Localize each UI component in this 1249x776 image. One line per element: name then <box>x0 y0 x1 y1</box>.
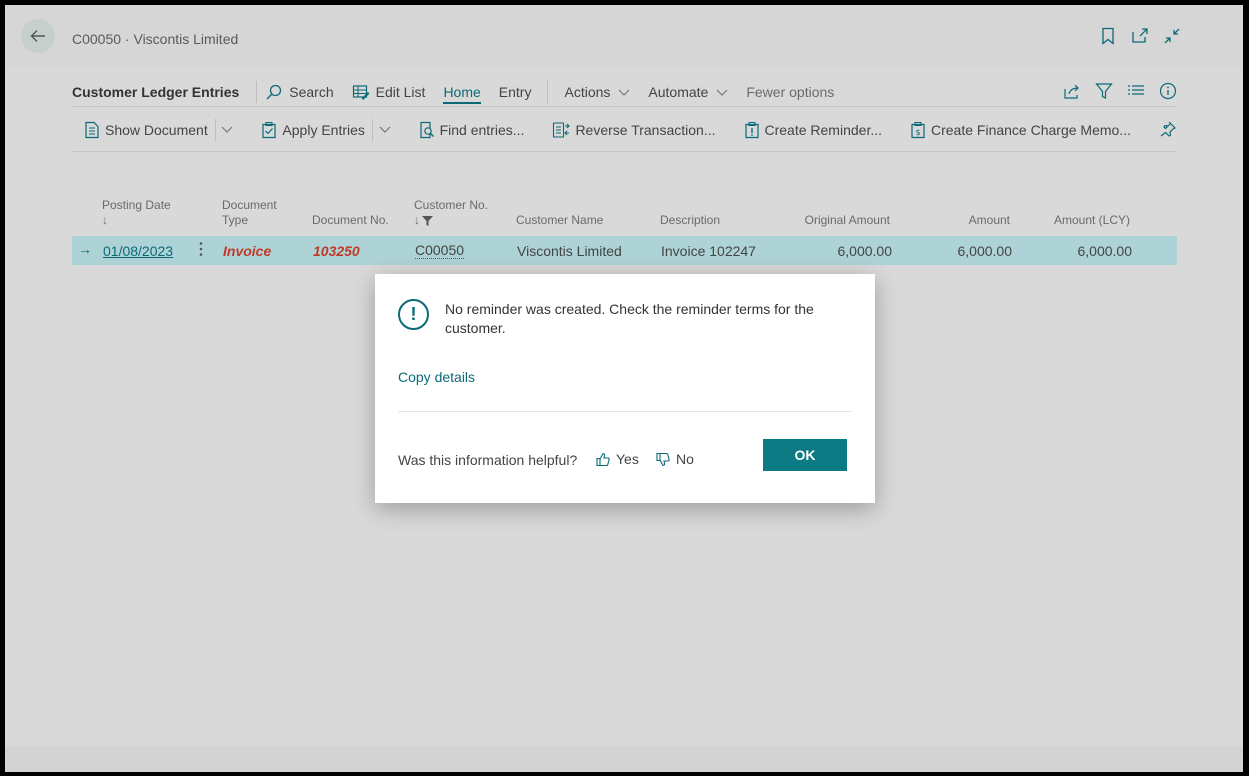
list-view-icon[interactable] <box>1127 82 1145 103</box>
divider <box>72 151 1177 152</box>
column-header-posting-date[interactable]: Posting Date ↓ <box>102 198 171 228</box>
feedback-no-button[interactable]: No <box>656 451 694 467</box>
chevron-down-icon <box>379 126 391 133</box>
actions-menu[interactable]: Actions <box>564 84 630 100</box>
thumbs-up-icon <box>596 452 610 466</box>
action-bar: Customer Ledger Entries Search Edit List… <box>72 75 1177 109</box>
column-header-original-amount[interactable]: Original Amount <box>772 213 890 228</box>
back-button[interactable] <box>21 19 55 53</box>
chevron-down-icon <box>221 126 233 133</box>
share-icon[interactable] <box>1063 82 1081 103</box>
column-header-customer-name[interactable]: Customer Name <box>516 213 603 228</box>
document-icon <box>85 121 99 139</box>
open-new-window-icon[interactable] <box>1131 27 1149 45</box>
column-header-amount[interactable]: Amount <box>912 213 1010 228</box>
column-header-document-no[interactable]: Document No. <box>312 213 389 228</box>
amount-cell: 6,000.00 <box>957 243 1013 259</box>
row-menu-icon[interactable] <box>198 240 204 261</box>
exclamation-icon: ! <box>398 299 429 330</box>
bookmark-icon[interactable] <box>1099 27 1117 45</box>
customer-name-cell: Viscontis Limited <box>517 243 622 259</box>
create-finance-charge-memo-button[interactable]: $ Create Finance Charge Memo... <box>910 121 1131 139</box>
automate-menu[interactable]: Automate <box>648 84 728 100</box>
edit-list-action[interactable]: Edit List <box>352 83 425 101</box>
divider <box>256 81 258 103</box>
footer-bar <box>5 746 1243 772</box>
row-indicator-arrow-icon: → <box>78 241 92 257</box>
apply-entries-icon <box>262 121 277 139</box>
ok-button[interactable]: OK <box>763 439 847 471</box>
divider <box>371 119 373 141</box>
divider <box>398 411 852 412</box>
svg-text:$: $ <box>915 128 920 137</box>
thumbs-down-icon <box>656 452 670 466</box>
reverse-transaction-icon <box>553 122 571 138</box>
amount-lcy-cell: 6,000.00 <box>1077 243 1133 259</box>
title-bar: C00050 · Viscontis Limited <box>5 5 1243 67</box>
collapse-icon[interactable] <box>1163 27 1181 45</box>
divider <box>72 106 1177 107</box>
copy-details-link[interactable]: Copy details <box>398 369 475 385</box>
original-amount-cell: 6,000.00 <box>837 243 893 259</box>
dialog-message: No reminder was created. Check the remin… <box>445 301 814 336</box>
column-header-description[interactable]: Description <box>660 213 720 228</box>
find-entries-icon <box>420 121 434 139</box>
divider <box>547 81 549 103</box>
chevron-down-icon <box>716 89 728 96</box>
table-header: Posting Date ↓ Document Type Document No… <box>72 195 1177 231</box>
posting-date-cell[interactable]: 01/08/2023 <box>103 243 173 259</box>
reminder-icon <box>744 121 759 139</box>
column-header-customer-no[interactable]: Customer No. ↓ <box>414 198 488 228</box>
sort-descending-icon: ↓ <box>102 213 108 227</box>
find-entries-button[interactable]: Find entries... <box>419 121 524 139</box>
column-header-document-type[interactable]: Document Type <box>222 198 277 228</box>
app-frame: C00050 · Viscontis Limited Customer Ledg… <box>5 5 1243 772</box>
table-row[interactable]: → 01/08/2023 Invoice 103250 C00050 Visco… <box>72 236 1177 265</box>
show-document-button[interactable]: Show Document <box>84 121 208 139</box>
tab-entry[interactable]: Entry <box>499 84 532 100</box>
page-title: C00050 · Viscontis Limited <box>72 31 239 47</box>
create-reminder-button[interactable]: Create Reminder... <box>744 121 882 139</box>
apply-entries-menu[interactable] <box>379 122 391 138</box>
show-document-menu[interactable] <box>221 122 233 138</box>
document-no-cell: 103250 <box>313 243 360 259</box>
divider <box>214 119 216 141</box>
sort-descending-icon: ↓ <box>414 213 420 227</box>
fewer-options-button[interactable]: Fewer options <box>746 84 834 100</box>
column-header-amount-lcy[interactable]: Amount (LCY) <box>1032 213 1130 228</box>
document-type-cell: Invoice <box>223 243 272 259</box>
edit-list-icon <box>352 85 370 100</box>
customer-no-cell[interactable]: C00050 <box>415 243 465 259</box>
arrow-left-icon <box>30 30 45 42</box>
description-cell: Invoice 102247 <box>661 243 756 259</box>
info-icon[interactable] <box>1159 82 1177 103</box>
page-name: Customer Ledger Entries <box>72 84 240 100</box>
search-action[interactable]: Search <box>265 83 334 101</box>
apply-entries-button[interactable]: Apply Entries <box>261 121 365 139</box>
helpful-question: Was this information helpful? <box>398 452 578 468</box>
chevron-down-icon <box>618 89 630 96</box>
search-icon <box>266 84 282 100</box>
feedback-yes-button[interactable]: Yes <box>596 451 639 467</box>
pin-icon[interactable] <box>1159 120 1177 141</box>
tab-home[interactable]: Home <box>443 80 481 104</box>
promoted-actions-bar: Show Document Apply Entries Find entries… <box>84 118 1177 142</box>
filter-icon <box>422 215 433 226</box>
message-dialog: ! No reminder was created. Check the rem… <box>375 274 875 503</box>
finance-charge-icon: $ <box>911 121 925 139</box>
filter-icon[interactable] <box>1095 82 1113 103</box>
reverse-transaction-button[interactable]: Reverse Transaction... <box>552 121 716 139</box>
